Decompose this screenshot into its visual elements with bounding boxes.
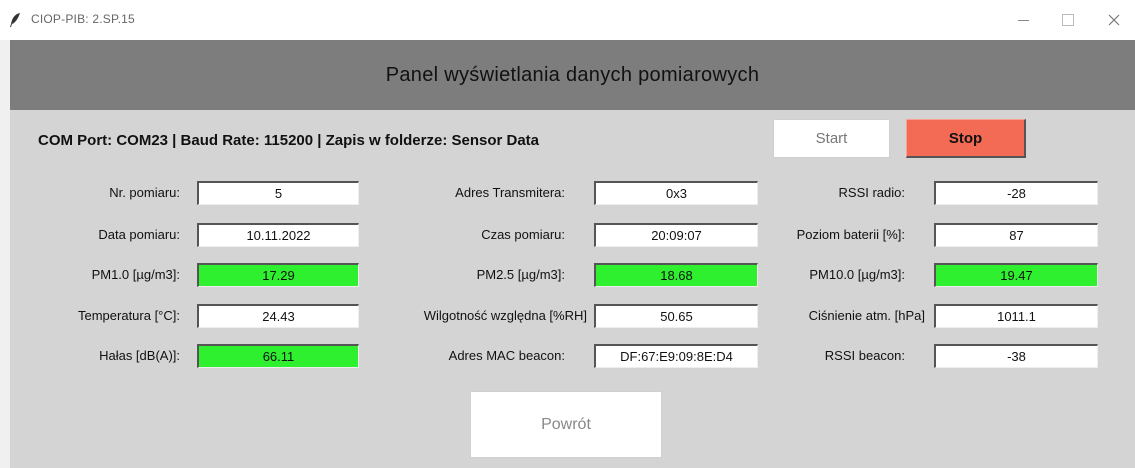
label-cisnienie: Ciśnienie atm. [hPa] [808,308,925,323]
wilgotnosc-field[interactable]: 50.65 [594,304,758,328]
mac-beacon-field[interactable]: DF:67:E9:09:8E:D4 [594,344,758,368]
start-button[interactable]: Start [773,119,890,158]
adres-transmitera-field[interactable]: 0x3 [594,181,758,205]
minimize-icon [1017,19,1029,21]
close-icon [1108,14,1120,26]
header-bar: Panel wyświetlania danych pomiarowych [10,40,1135,110]
minimize-button[interactable] [1008,6,1038,34]
back-button[interactable]: Powrót [470,391,662,458]
label-czas-pomiaru: Czas pomiaru: [481,227,565,242]
label-pm10: PM10.0 [µg/m3]: [809,267,905,282]
page-title: Panel wyświetlania danych pomiarowych [385,63,760,86]
label-nr-pomiaru: Nr. pomiaru: [109,185,180,200]
cisnienie-field[interactable]: 1011.1 [934,304,1098,328]
poziom-baterii-field[interactable]: 87 [934,223,1098,247]
label-poziom-baterii: Poziom baterii [%]: [796,227,905,242]
window-title-bar: CIOP-PIB: 2.SP.15 [0,0,1135,40]
label-data-pomiaru: Data pomiaru: [98,227,180,242]
pm25-field[interactable]: 18.68 [594,263,758,287]
label-pm25: PM2.5 [µg/m3]: [476,267,565,282]
label-mac-beacon: Adres MAC beacon: [448,348,565,363]
rssi-beacon-field[interactable]: -38 [934,344,1098,368]
halas-field[interactable]: 66.11 [197,344,359,368]
label-wilgotnosc: Wilgotność względna [%RH] [423,308,587,323]
label-rssi-radio: RSSI radio: [838,185,905,200]
stop-button[interactable]: Stop [906,119,1026,158]
data-pomiaru-field[interactable]: 10.11.2022 [197,223,359,247]
main-panel: Panel wyświetlania danych pomiarowych CO… [10,40,1135,468]
window-title: CIOP-PIB: 2.SP.15 [31,12,135,26]
close-button[interactable] [1099,6,1129,34]
czas-pomiaru-field[interactable]: 20:09:07 [594,223,758,247]
label-pm1: PM1.0 [µg/m3]: [91,267,180,282]
pm10-field[interactable]: 19.47 [934,263,1098,287]
pm1-field[interactable]: 17.29 [197,263,359,287]
connection-info: COM Port: COM23 | Baud Rate: 115200 | Za… [38,132,540,149]
maximize-button[interactable] [1053,6,1083,34]
nr-pomiaru-field[interactable]: 5 [197,181,359,205]
label-halas: Hałas [dB(A)]: [99,348,180,363]
label-temperatura: Temperatura [°C]: [77,308,180,323]
temperatura-field[interactable]: 24.43 [197,304,359,328]
rssi-radio-field[interactable]: -28 [934,181,1098,205]
label-adres-transmitera: Adres Transmitera: [455,185,565,200]
maximize-icon [1062,14,1074,26]
label-rssi-beacon: RSSI beacon: [824,348,905,363]
feather-icon [10,13,20,27]
